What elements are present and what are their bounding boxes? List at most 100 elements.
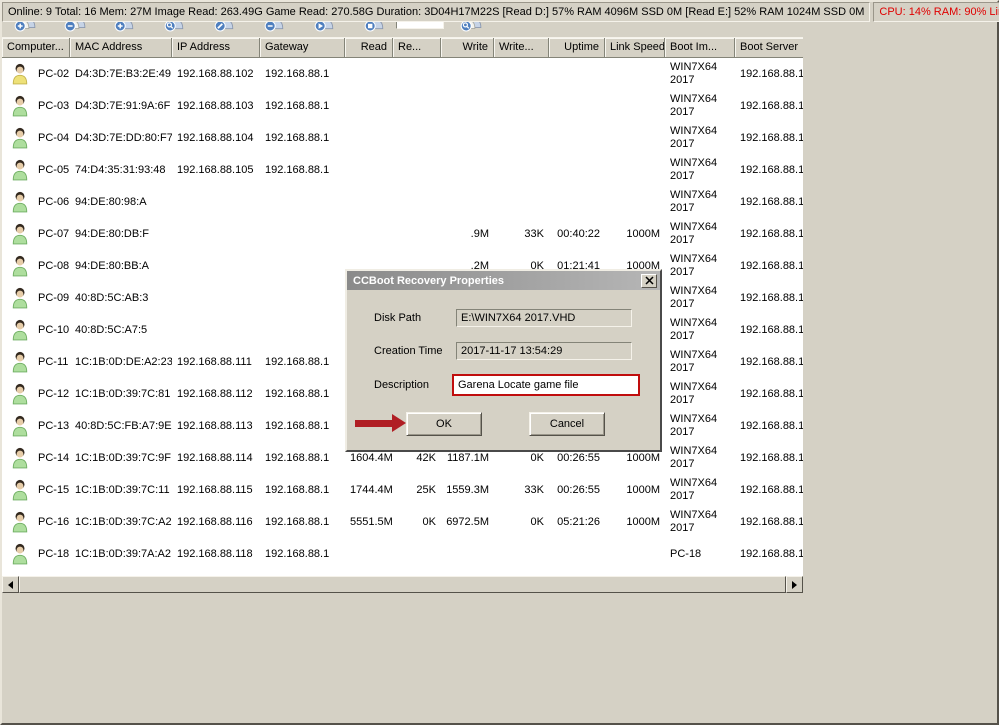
- client-row[interactable]: PC-04D4:3D:7E:DD:80:F7192.168.88.104192.…: [2, 122, 803, 154]
- cell-link_speed: 1000M: [605, 506, 665, 538]
- cell-ip: [172, 282, 260, 314]
- cell-boot_image: WIN7X64 2017: [665, 186, 735, 218]
- cell-boot_server: 192.168.88.10: [735, 122, 803, 154]
- client-row[interactable]: PC-0794:DE:80:DB:F.9M33K00:40:221000MWIN…: [2, 218, 803, 250]
- cell-write_speed: [494, 186, 549, 218]
- cell-boot_image: WIN7X64 2017: [665, 154, 735, 186]
- cell-gateway: [260, 282, 345, 314]
- cell-boot_server: 192.168.88.10: [735, 410, 803, 442]
- description-field[interactable]: [452, 374, 640, 396]
- cell-write_speed: [494, 122, 549, 154]
- computer-name: PC-07: [38, 228, 69, 240]
- column-header-computer[interactable]: Computer...: [2, 38, 70, 58]
- cell-ip: 192.168.88.118: [172, 538, 260, 570]
- cell-read_speed: [393, 186, 441, 218]
- column-header-write_speed[interactable]: Write...: [494, 38, 549, 58]
- status-bar: Online: 9 Total: 16 Mem: 27M Image Read:…: [2, 2, 999, 23]
- cell-boot_server: 192.168.88.10: [735, 218, 803, 250]
- column-header-uptime[interactable]: Uptime: [549, 38, 605, 58]
- column-header-mac[interactable]: MAC Address: [70, 38, 172, 58]
- cell-uptime: [549, 186, 605, 218]
- cell-read: [345, 58, 393, 90]
- cell-read_speed: [393, 154, 441, 186]
- cell-ip: 192.168.88.111: [172, 346, 260, 378]
- cell-write: [441, 538, 494, 570]
- cell-mac: D4:3D:7E:91:9A:6F: [70, 90, 172, 122]
- cell-mac: 1C:1B:0D:39:7C:A2: [70, 506, 172, 538]
- client-row[interactable]: PC-181C:1B:0D:39:7A:A2192.168.88.118192.…: [2, 538, 803, 570]
- computer-name: PC-03: [38, 100, 69, 112]
- horizontal-scrollbar[interactable]: [2, 576, 803, 593]
- scroll-left-button[interactable]: [2, 576, 19, 593]
- disk-path-label: Disk Path: [374, 312, 421, 324]
- scroll-right-button[interactable]: [786, 576, 803, 593]
- cell-link_speed: [605, 538, 665, 570]
- cell-link_speed: 1000M: [605, 218, 665, 250]
- column-header-boot_server[interactable]: Boot Server: [735, 38, 803, 58]
- computer-name: PC-02: [38, 68, 69, 80]
- cell-boot_server: 192.168.88.10: [735, 538, 803, 570]
- column-header-boot_image[interactable]: Boot Im...: [665, 38, 735, 58]
- column-header-link_speed[interactable]: Link Speed: [605, 38, 665, 58]
- cell-computer: PC-18: [2, 538, 70, 570]
- cell-boot_server: 192.168.88.10: [735, 506, 803, 538]
- cell-read: 5551.5M: [345, 506, 393, 538]
- cell-gateway: 192.168.88.1: [260, 538, 345, 570]
- dialog-close-button[interactable]: [641, 274, 657, 288]
- cell-computer: PC-03: [2, 90, 70, 122]
- client-row[interactable]: PC-0694:DE:80:98:AWIN7X64 2017192.168.88…: [2, 186, 803, 218]
- cell-read: [345, 218, 393, 250]
- cell-mac: 1C:1B:0D:39:7C:81: [70, 378, 172, 410]
- cell-computer: PC-07: [2, 218, 70, 250]
- cell-write_speed: [494, 154, 549, 186]
- ok-button[interactable]: OK: [406, 412, 482, 436]
- cell-computer: PC-02: [2, 58, 70, 90]
- column-header-read[interactable]: Read: [345, 38, 393, 58]
- column-header-write[interactable]: Write: [441, 38, 494, 58]
- computer-name: PC-08: [38, 260, 69, 272]
- cell-link_speed: [605, 154, 665, 186]
- cell-mac: 40:8D:5C:A7:5: [70, 314, 172, 346]
- cell-mac: 94:DE:80:98:A: [70, 186, 172, 218]
- client-row[interactable]: PC-151C:1B:0D:39:7C:11192.168.88.115192.…: [2, 474, 803, 506]
- client-row[interactable]: PC-03D4:3D:7E:91:9A:6F192.168.88.103192.…: [2, 90, 803, 122]
- cell-boot_image: WIN7X64 2017: [665, 442, 735, 474]
- cell-write: .9M: [441, 218, 494, 250]
- cell-write: [441, 90, 494, 122]
- cell-write_speed: [494, 90, 549, 122]
- cancel-button[interactable]: Cancel: [529, 412, 605, 436]
- creation-time-field[interactable]: [456, 342, 632, 360]
- cell-gateway: 192.168.88.1: [260, 410, 345, 442]
- cell-computer: PC-12: [2, 378, 70, 410]
- client-status-icon: [11, 95, 29, 117]
- cell-read: [345, 90, 393, 122]
- cell-write_speed: [494, 538, 549, 570]
- cell-computer: PC-10: [2, 314, 70, 346]
- cell-read_speed: 25K: [393, 474, 441, 506]
- cell-read_speed: 0K: [393, 506, 441, 538]
- computer-name: PC-16: [38, 516, 69, 528]
- client-status-icon: [11, 447, 29, 469]
- cell-read: 1744.4M: [345, 474, 393, 506]
- column-header-read_speed[interactable]: Re...: [393, 38, 441, 58]
- client-row[interactable]: PC-02D4:3D:7E:B3:2E:49192.168.88.102192.…: [2, 58, 803, 90]
- client-status-icon: [11, 511, 29, 533]
- client-row[interactable]: PC-161C:1B:0D:39:7C:A2192.168.88.116192.…: [2, 506, 803, 538]
- cell-gateway: [260, 186, 345, 218]
- column-header-gateway[interactable]: Gateway: [260, 38, 345, 58]
- cell-link_speed: [605, 186, 665, 218]
- description-label: Description: [374, 379, 429, 391]
- cell-computer: PC-05: [2, 154, 70, 186]
- cell-gateway: 192.168.88.1: [260, 506, 345, 538]
- client-status-icon: [11, 287, 29, 309]
- cell-boot_server: 192.168.88.10: [735, 250, 803, 282]
- scroll-thumb[interactable]: [19, 576, 786, 593]
- client-status-icon: [11, 415, 29, 437]
- disk-path-field[interactable]: [456, 309, 632, 327]
- client-row[interactable]: PC-0574:D4:35:31:93:48192.168.88.105192.…: [2, 154, 803, 186]
- column-header-ip[interactable]: IP Address: [172, 38, 260, 58]
- creation-time-label: Creation Time: [374, 345, 442, 357]
- triangle-right-icon: [792, 581, 797, 589]
- cell-write_speed: 33K: [494, 218, 549, 250]
- triangle-left-icon: [8, 581, 13, 589]
